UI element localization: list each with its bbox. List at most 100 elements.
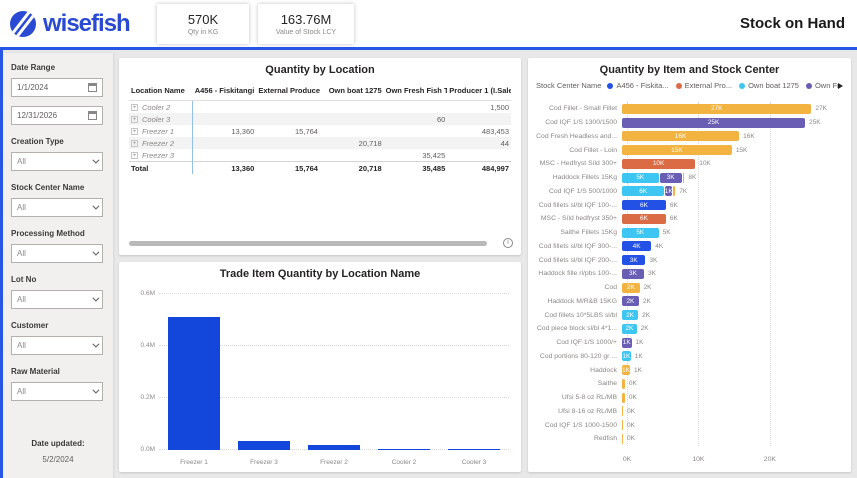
filter-groups: Creation TypeAllStock Center NameAllProc…	[11, 137, 105, 401]
hbar-segment[interactable]: 3K	[660, 173, 682, 183]
hbar-strip: 4K4K	[622, 241, 827, 251]
chevron-down-icon[interactable]	[92, 387, 99, 394]
hbar-segment[interactable]	[673, 186, 675, 196]
filter-dropdown[interactable]: All	[11, 244, 103, 263]
legend-item[interactable]: Own Fresh Fis...	[806, 81, 838, 90]
hbar-segment[interactable]: 5K	[622, 173, 659, 183]
filter-dropdown[interactable]: All	[11, 336, 103, 355]
column-header[interactable]: Location Name	[129, 82, 193, 101]
expand-icon[interactable]	[131, 104, 138, 111]
table-row[interactable]: Freezer 3 35,425	[129, 149, 511, 162]
hbar-segment[interactable]: 1K	[622, 351, 631, 361]
bar[interactable]	[308, 445, 360, 450]
hbar-segment[interactable]	[622, 420, 623, 430]
hbar-row: Saithe0K	[536, 378, 827, 390]
filter-dropdown[interactable]: All	[11, 198, 103, 217]
calendar-icon[interactable]	[88, 83, 97, 92]
table-row[interactable]: Cooler 21,500	[129, 101, 511, 114]
info-icon[interactable]	[503, 238, 513, 248]
bar[interactable]	[448, 449, 500, 450]
hbar-segment[interactable]: 16K	[622, 131, 739, 141]
date-from-input[interactable]	[17, 83, 79, 92]
hbar-segment[interactable]: 2K	[622, 310, 638, 320]
row-name-cell[interactable]: Cooler 2	[129, 101, 193, 114]
hbar-segment[interactable]: 2K	[622, 324, 637, 334]
legend-more-arrow-icon[interactable]	[838, 83, 843, 89]
hbar-segment[interactable]	[683, 173, 685, 183]
dropdown-value: All	[17, 387, 26, 396]
hbar-segment[interactable]: 1K	[665, 186, 672, 196]
hbar-segment[interactable]	[622, 393, 625, 403]
bar[interactable]	[168, 317, 220, 450]
hbar-segment[interactable]: 5K	[622, 228, 659, 238]
hbar-segment[interactable]: 15K	[622, 145, 732, 155]
filter-dropdown[interactable]: All	[11, 290, 103, 309]
row-name-cell[interactable]: Total	[129, 162, 193, 175]
total-row[interactable]: Total13,36015,76420,71835,485484,997	[129, 162, 511, 175]
hbar-segment[interactable]: 2K	[622, 283, 640, 293]
hbar-label: Ufsi 8-16 oz RL/MB	[536, 408, 622, 415]
chevron-down-icon[interactable]	[92, 203, 99, 210]
row-name-cell[interactable]: Cooler 3	[129, 113, 193, 125]
calendar-icon[interactable]	[88, 111, 97, 120]
column-header[interactable]: Own Fresh Fish Trawler	[384, 82, 448, 101]
chevron-down-icon[interactable]	[92, 249, 99, 256]
legend-item[interactable]: Own boat 1275	[739, 81, 799, 90]
row-name-cell[interactable]: Freezer 3	[129, 149, 193, 162]
hbar-segment[interactable]: 4K	[622, 241, 651, 251]
horizontal-scrollbar[interactable]	[129, 241, 487, 246]
hbar-segment[interactable]	[622, 379, 625, 389]
bar[interactable]	[238, 441, 290, 450]
legend-dot-icon	[607, 83, 613, 89]
legend-item[interactable]: A456 - Fiskita...	[607, 81, 668, 90]
column-header[interactable]: External Producer 01	[256, 82, 320, 101]
cell-value: 35,425	[384, 149, 448, 162]
table-row[interactable]: Freezer 113,36015,764483,453	[129, 125, 511, 137]
filter-dropdown[interactable]: All	[11, 152, 103, 171]
hbar-segment[interactable]: 1K	[622, 365, 630, 375]
date-to-input[interactable]	[17, 111, 79, 120]
hbar-segment[interactable]: 25K	[622, 118, 805, 128]
date-from-field[interactable]	[11, 78, 103, 97]
table-row[interactable]: Cooler 360	[129, 113, 511, 125]
hbar-row: Cod portions 80-120 gr ...1K1K	[536, 350, 827, 362]
table-row[interactable]: Freezer 220,71844	[129, 137, 511, 149]
cell-value	[447, 113, 511, 125]
filter-dropdown[interactable]: All	[11, 382, 103, 401]
hbar-segment[interactable]: 27K	[622, 104, 811, 114]
hbar-segment[interactable]: 6K	[622, 214, 666, 224]
trade-chart-plot: 0.0M0.2M0.4M0.6M	[129, 294, 509, 450]
legend-dot-icon	[676, 83, 682, 89]
hbar-segment[interactable]	[622, 406, 623, 416]
cell-value	[384, 101, 448, 114]
row-name-cell[interactable]: Freezer 1	[129, 125, 193, 137]
hbar-row: Haddock fille rl/pbs 100-...3K3K	[536, 268, 827, 280]
legend-item[interactable]: External Pro...	[676, 81, 733, 90]
hbar-label: Cod portions 80-120 gr ...	[536, 353, 622, 360]
hbar-segment[interactable]	[622, 434, 623, 444]
hbar-segment[interactable]: 10K	[622, 159, 695, 169]
hbar-segment[interactable]: 3K	[622, 255, 645, 265]
hbar-segment[interactable]: 6K	[622, 200, 666, 210]
chevron-down-icon[interactable]	[92, 157, 99, 164]
expand-icon[interactable]	[131, 140, 138, 147]
hbar-segment[interactable]: 1K	[622, 338, 632, 348]
chevron-down-icon[interactable]	[92, 295, 99, 302]
expand-icon[interactable]	[131, 152, 138, 159]
expand-icon[interactable]	[131, 128, 138, 135]
hbar-segment[interactable]: 6K	[622, 186, 664, 196]
chevron-down-icon[interactable]	[92, 341, 99, 348]
hbar-segment[interactable]: 3K	[622, 269, 644, 279]
legend-item-label: Own Fresh Fis...	[815, 81, 838, 90]
brand-logo: wisefish	[10, 10, 148, 38]
hbar-segment[interactable]: 2K	[622, 296, 639, 306]
column-header[interactable]: Producer 1 (I.Sales)	[447, 82, 511, 101]
date-to-field[interactable]	[11, 106, 103, 125]
hbar-plot: Cod Fillet - Small Fillet27K27KCod IQF 1…	[536, 102, 843, 466]
row-name-cell[interactable]: Freezer 2	[129, 137, 193, 149]
column-header[interactable]: A456 - Fiskitangi	[193, 82, 257, 101]
expand-icon[interactable]	[131, 116, 138, 123]
bar[interactable]	[378, 449, 430, 450]
hbar-row: Cod Fresh Headless and...16K16K	[536, 130, 827, 142]
column-header[interactable]: Own boat 1275	[320, 82, 384, 101]
